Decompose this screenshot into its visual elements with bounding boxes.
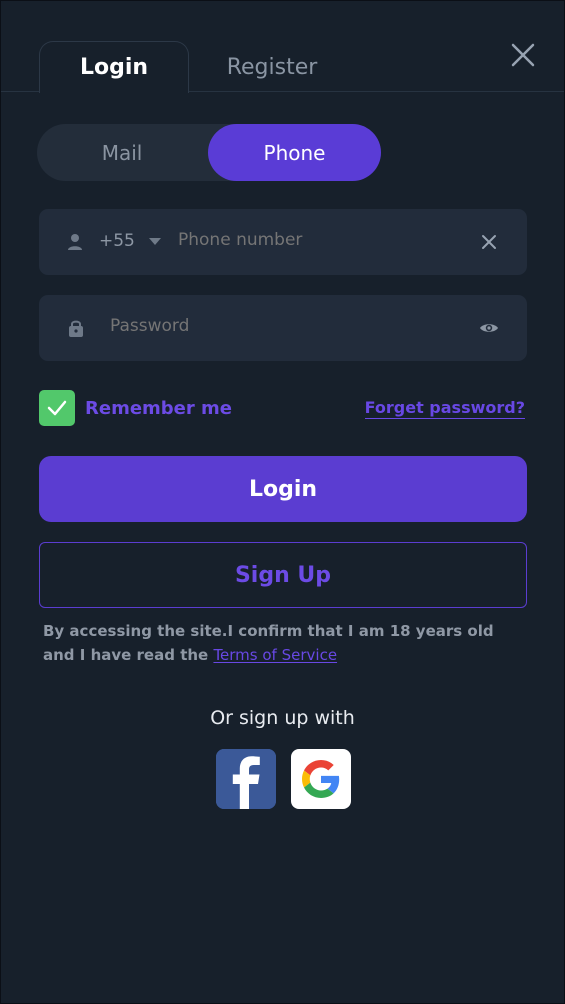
user-icon	[67, 233, 83, 251]
password-field	[39, 295, 527, 361]
facebook-icon	[216, 749, 276, 809]
google-icon	[302, 760, 340, 798]
login-button[interactable]: Login	[39, 456, 527, 522]
tab-register-label: Register	[226, 54, 318, 80]
phone-number-input[interactable]	[178, 230, 458, 250]
sign-up-button[interactable]: Sign Up	[39, 542, 527, 608]
chevron-down-icon[interactable]	[149, 238, 161, 245]
mail-tab-label: Mail	[101, 140, 143, 165]
tab-login[interactable]: Login	[39, 41, 189, 93]
phone-tab-label: Phone	[263, 140, 326, 165]
google-login-button[interactable]	[291, 749, 351, 809]
close-icon	[511, 43, 535, 67]
facebook-login-button[interactable]	[216, 749, 276, 809]
phone-field: +55	[39, 209, 527, 275]
mail-tab[interactable]: Mail	[37, 124, 207, 181]
password-input[interactable]	[110, 316, 460, 336]
tab-register[interactable]: Register	[197, 41, 347, 93]
terms-of-service-link[interactable]: Terms of Service	[213, 646, 337, 664]
forgot-password-link[interactable]: Forget password?	[364, 398, 525, 419]
phone-tab[interactable]: Phone	[208, 124, 381, 181]
remember-me-label[interactable]: Remember me	[85, 398, 232, 419]
tab-login-label: Login	[79, 55, 149, 80]
login-modal: Login Register Mail Phone +55 Phone numb…	[0, 0, 565, 1004]
remember-row: Remember me Forget password?	[39, 390, 527, 426]
country-code-select[interactable]: +55	[99, 231, 135, 251]
eye-icon[interactable]	[479, 321, 499, 335]
clear-icon[interactable]	[481, 234, 497, 250]
lock-icon	[67, 318, 85, 338]
or-sign-up-heading: Or sign up with	[210, 707, 355, 729]
login-method-switch: Mail Phone	[37, 124, 381, 181]
remember-me-checkbox[interactable]	[39, 390, 75, 426]
age-disclaimer: By accessing the site.I confirm that I a…	[43, 619, 513, 667]
close-button[interactable]	[507, 39, 539, 71]
check-icon	[47, 400, 67, 416]
